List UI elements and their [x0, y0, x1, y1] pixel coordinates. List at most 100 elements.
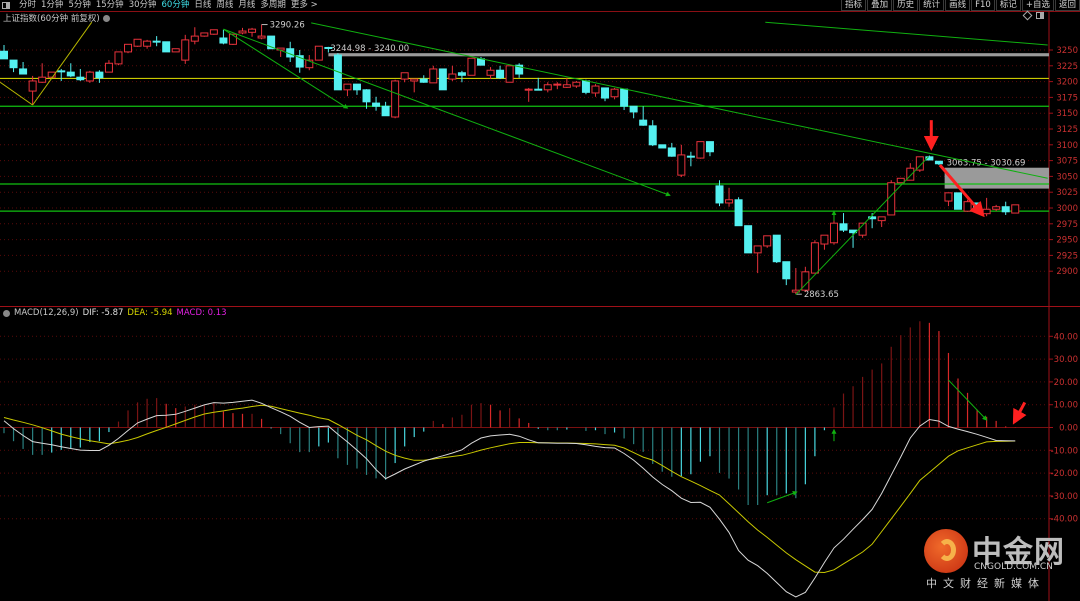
macd-dif: DIF: -5.87 — [82, 308, 124, 318]
candle-body — [190, 35, 199, 42]
candle-body — [19, 68, 28, 75]
candle — [515, 63, 524, 78]
candle — [763, 235, 772, 248]
candle — [648, 120, 657, 147]
candle-body — [601, 87, 610, 99]
candle-body — [162, 41, 171, 53]
price-tick-label: 3050 — [1056, 172, 1078, 182]
candle-body — [66, 71, 75, 77]
candle — [896, 177, 905, 184]
trendline — [32, 21, 93, 106]
candle — [543, 82, 552, 93]
cngold-logo: 中金网 CNGOLD.COM.CN 中文财经新媒体 — [922, 527, 1080, 597]
price-tick-label: 2925 — [1056, 251, 1078, 261]
price-tick-label: 2950 — [1056, 236, 1078, 246]
candle — [448, 65, 457, 81]
macd-tick-label: 20.00 — [1054, 378, 1078, 388]
macd-tick-label: -20.00 — [1051, 469, 1078, 479]
candle-body — [982, 208, 991, 215]
candle-body — [85, 71, 94, 82]
candle-body — [705, 141, 714, 153]
candle — [820, 234, 829, 250]
candle — [419, 75, 428, 83]
candle — [314, 45, 323, 61]
macd-tick-label: 40.00 — [1054, 332, 1078, 342]
candle — [28, 75, 37, 105]
candle-body — [782, 261, 791, 280]
candle-body — [324, 46, 333, 49]
candle — [486, 67, 495, 80]
macd-settings-icon[interactable] — [3, 309, 10, 317]
candle-body — [648, 125, 657, 146]
candle — [124, 43, 133, 54]
candle-body — [763, 235, 772, 247]
candle-body — [410, 78, 419, 82]
candle-body — [438, 68, 447, 91]
candle-body — [0, 50, 8, 60]
candle — [391, 79, 400, 119]
candle-body — [209, 29, 218, 35]
candle — [85, 70, 94, 83]
candle-body — [772, 234, 781, 263]
candle — [782, 261, 791, 286]
price-tick-label: 3000 — [1056, 204, 1078, 214]
candle — [562, 77, 571, 88]
macd-legend: MACD(12,26,9) DIF: -5.87 DEA: -5.94 MACD… — [3, 308, 227, 318]
candle — [171, 48, 180, 53]
candle-body — [658, 144, 667, 149]
dif-line — [3, 399, 1016, 598]
candle — [734, 197, 743, 227]
candle — [400, 72, 409, 83]
candle — [524, 87, 533, 102]
candle — [496, 65, 505, 80]
price-label: 3290.26 — [270, 21, 305, 31]
candle — [410, 78, 419, 93]
candle-body — [954, 192, 962, 210]
candle — [744, 225, 753, 254]
stock-chart[interactable]: 3250 3225 3200 3175 3150 3125 3100 3075 3050 3025… — [0, 0, 1080, 601]
price-tick-label: 3125 — [1056, 125, 1078, 135]
candle — [305, 55, 314, 71]
candle-body — [829, 222, 838, 244]
candle — [209, 29, 218, 35]
candle — [104, 60, 113, 73]
price-tick-label: 3100 — [1056, 141, 1078, 151]
candle-body — [372, 102, 381, 107]
candle-body — [677, 154, 686, 176]
candle-body — [1011, 204, 1020, 214]
logo-subtitle: 中文财经新媒体 — [926, 577, 1045, 590]
candle — [944, 192, 953, 207]
candle-body — [524, 88, 533, 91]
band-label: 3244.98 - 3240.00 — [330, 44, 409, 54]
band-label: 3063.75 - 3030.69 — [947, 159, 1026, 169]
candle-body — [248, 28, 257, 33]
candle — [839, 213, 848, 233]
candle-body — [591, 85, 600, 94]
candle — [954, 192, 962, 210]
candle-body — [143, 40, 152, 47]
candle — [553, 82, 562, 90]
candle-body — [400, 72, 409, 80]
candle-body — [57, 70, 66, 73]
candle-body — [534, 88, 543, 91]
candle-body — [124, 43, 133, 53]
candle — [629, 105, 638, 119]
candle — [696, 141, 705, 159]
candle-body — [343, 83, 352, 91]
candle-body — [715, 185, 724, 204]
macd-value: MACD: 0.13 — [176, 308, 227, 318]
candle — [381, 101, 390, 117]
candle-body — [314, 45, 323, 61]
candle-body — [686, 155, 695, 158]
candle — [601, 87, 610, 102]
candle-body — [877, 216, 886, 222]
candle-body — [381, 105, 390, 117]
price-label: 2863.65 — [804, 290, 839, 300]
candle-body — [963, 201, 972, 212]
candle — [429, 65, 438, 84]
candle-body — [934, 160, 943, 165]
candle-body — [572, 81, 581, 87]
candle-body — [667, 147, 676, 157]
candle — [114, 51, 123, 66]
candle — [753, 245, 762, 274]
